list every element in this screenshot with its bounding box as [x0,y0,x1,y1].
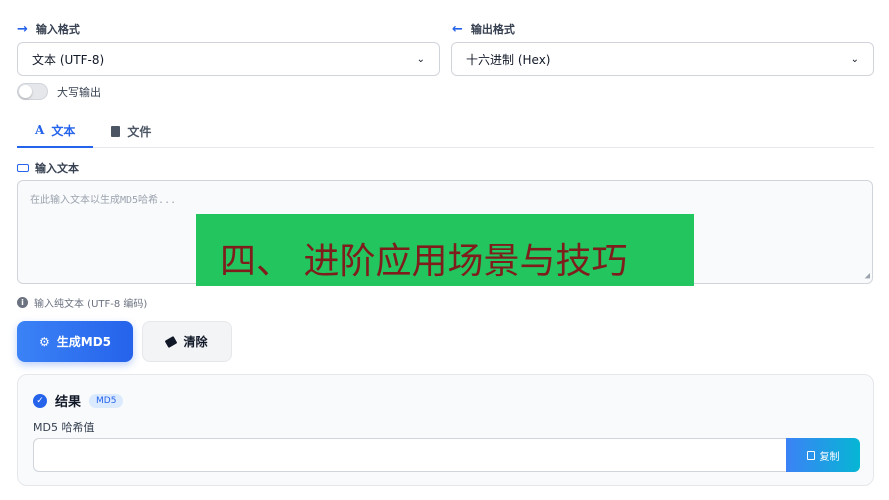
result-title: ✓ 结果 MD5 [33,391,124,410]
text-input-placeholder: 在此输入文本以生成MD5哈希... [30,195,177,206]
tab-text[interactable]: A 文本 [17,114,94,148]
generate-md5-button[interactable]: ⚙ 生成MD5 [17,321,133,362]
font-icon: A [35,123,45,137]
clear-button[interactable]: 清除 [142,321,232,362]
resize-handle-icon[interactable]: ◢ [865,271,870,281]
output-format-label: ← 输出格式 [452,21,515,37]
copy-icon [806,450,815,460]
input-format-value: 文本 (UTF-8) [32,52,105,67]
eraser-icon [165,335,178,348]
uppercase-toggle-row: 大写输出 [17,83,101,100]
chevron-down-icon: ⌄ [850,53,859,65]
text-input-label: 输入文本 [17,160,79,176]
uppercase-toggle[interactable] [17,83,48,100]
gear-icon: ⚙ [38,334,50,349]
toggle-knob [19,85,32,98]
check-circle-icon: ✓ [33,393,47,408]
chevron-down-icon: ⌄ [416,53,425,65]
input-tabs: A 文本 文件 [17,114,874,148]
output-format-select[interactable]: 十六进制 (Hex) ⌄ [451,42,874,76]
input-format-label: → 输入格式 [17,21,80,37]
copy-button[interactable]: 复制 [786,438,860,472]
input-format-select[interactable]: 文本 (UTF-8) ⌄ [17,42,440,76]
file-icon [111,125,121,137]
keyboard-icon [17,164,29,172]
uppercase-toggle-label: 大写输出 [57,85,101,99]
text-input-hint: i 输入纯文本 (UTF-8 编码) [17,295,147,310]
arrow-right-icon: → [17,21,28,37]
overlay-banner: 四、 进阶应用场景与技巧 [196,214,694,286]
md5-output-field[interactable] [33,438,787,472]
output-format-value: 十六进制 (Hex) [466,52,551,67]
algorithm-badge: MD5 [89,393,124,408]
result-card: ✓ 结果 MD5 MD5 哈希值 复制 [17,374,874,486]
overlay-banner-text: 四、 进阶应用场景与技巧 [220,241,628,282]
info-icon: i [17,297,28,308]
arrow-left-icon: ← [452,21,463,37]
result-label: MD5 哈希值 [33,421,95,434]
tab-file[interactable]: 文件 [93,114,169,148]
